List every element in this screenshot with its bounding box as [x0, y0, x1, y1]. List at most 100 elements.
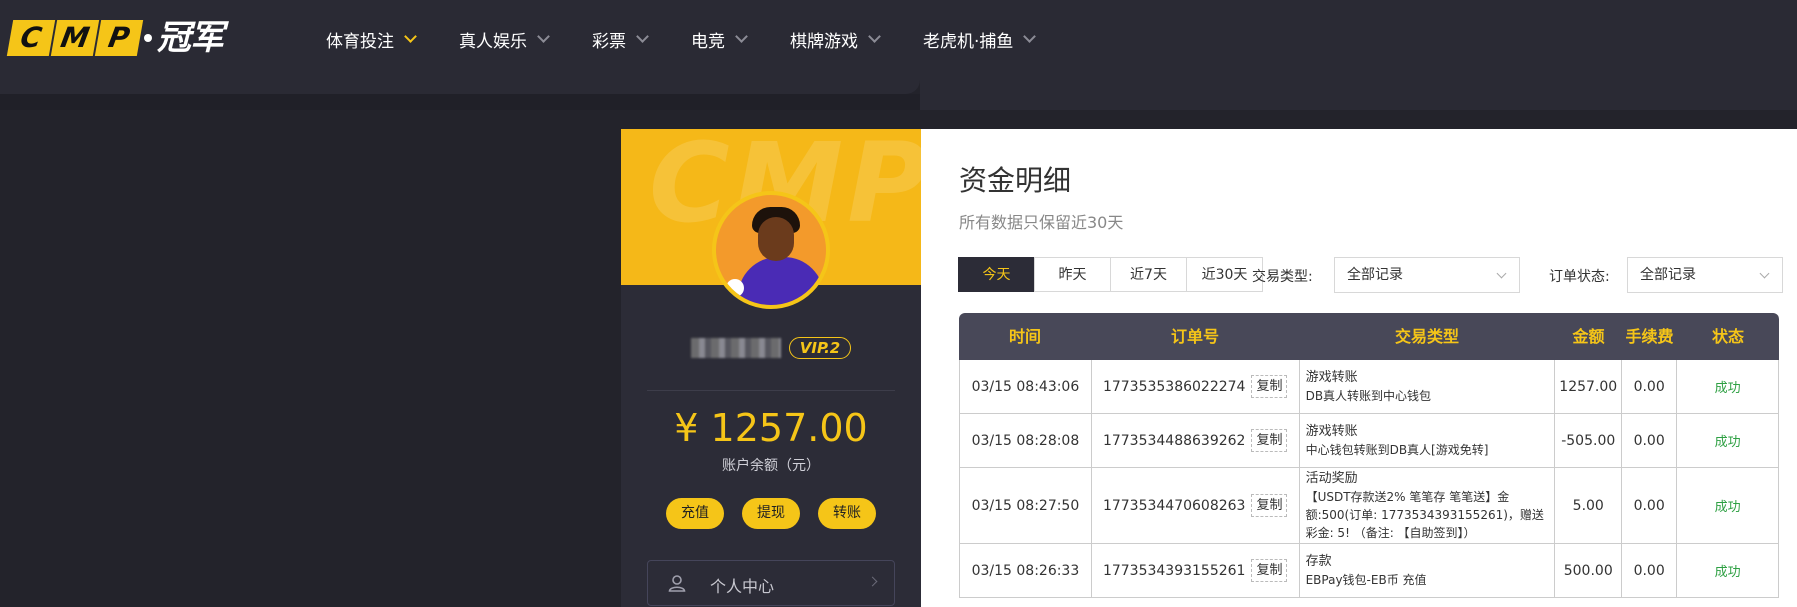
- tab-last-7-days[interactable]: 近7天: [1110, 257, 1187, 292]
- nav-label: 体育投注: [326, 31, 394, 52]
- nav-label: 彩票: [592, 31, 626, 52]
- cell-amount: -505.00: [1555, 414, 1623, 467]
- nav-label: 真人娱乐: [459, 31, 527, 52]
- status-text: 成功: [1714, 381, 1741, 396]
- cell-amount: 1257.00: [1555, 360, 1623, 413]
- transaction-type-select[interactable]: 全部记录: [1334, 257, 1520, 293]
- cell-amount: 500.00: [1555, 544, 1623, 597]
- cell-order: 1773534393155261 复制: [1092, 544, 1300, 597]
- user-line: VIP.2: [621, 337, 921, 359]
- table-header: 时间 订单号 交易类型 金额 手续费 状态: [959, 313, 1779, 360]
- nav-item-sports[interactable]: 体育投注: [326, 27, 417, 52]
- header-shadow-strip: [0, 94, 920, 110]
- nav-item-slots-fishing[interactable]: 老虎机·捕鱼: [923, 27, 1037, 52]
- profile-panel: CMP VIP.2 ¥ 1257.00 账户余额（元） 充值 提现 转账 个人中…: [621, 129, 921, 607]
- logo-text: 冠军: [157, 18, 224, 58]
- copy-button[interactable]: 复制: [1251, 375, 1288, 398]
- nav-item-live-casino[interactable]: 真人娱乐: [459, 27, 550, 52]
- page-title: 资金明细: [959, 164, 1072, 197]
- copy-button[interactable]: 复制: [1251, 429, 1288, 452]
- copy-button[interactable]: 复制: [1251, 559, 1288, 582]
- nav-label: 棋牌游戏: [790, 31, 858, 52]
- type-description: EBPay钱包-EB币 充值: [1305, 572, 1427, 587]
- order-number: 1773535386022274: [1102, 378, 1246, 395]
- order-number: 1773534488639262: [1102, 432, 1246, 449]
- cell-status: 成功: [1677, 360, 1780, 413]
- withdraw-button[interactable]: 提现: [742, 498, 800, 529]
- cell-time: 03/15 08:27:50: [960, 468, 1092, 543]
- column-header-order: 订单号: [1170, 327, 1219, 346]
- account-balance: ¥ 1257.00: [674, 406, 868, 450]
- cell-order: 1773535386022274 复制: [1092, 360, 1300, 413]
- cell-status: 成功: [1677, 544, 1780, 597]
- type-name: 存款: [1305, 553, 1332, 569]
- order-status-select[interactable]: 全部记录: [1627, 257, 1783, 293]
- cell-time: 03/15 08:26:33: [960, 544, 1092, 597]
- nav-item-lottery[interactable]: 彩票: [592, 27, 649, 52]
- column-header-time: 时间: [1008, 327, 1041, 346]
- status-text: 成功: [1714, 500, 1741, 515]
- cell-order: 1773534488639262 复制: [1092, 414, 1300, 467]
- select-value: 全部记录: [1640, 267, 1696, 283]
- nav-item-esports[interactable]: 电竞: [691, 27, 748, 52]
- user-icon: [668, 575, 686, 592]
- order-number: 1773534470608263: [1102, 497, 1246, 514]
- type-name: 活动奖励: [1305, 470, 1358, 486]
- chevron-down-icon: [404, 30, 417, 43]
- chevron-down-icon: [868, 30, 881, 43]
- funds-detail-panel: 资金明细 所有数据只保留近30天 今天 昨天 近7天 近30天 交易类型: 全部…: [921, 129, 1797, 607]
- menu-item-personal-center[interactable]: 个人中心: [647, 560, 895, 606]
- cell-time: 03/15 08:28:08: [960, 414, 1092, 467]
- type-description: DB真人转账到中心钱包: [1305, 388, 1432, 403]
- logo-letter-m: M: [50, 20, 100, 56]
- cell-type: 游戏转账 DB真人转账到中心钱包: [1300, 360, 1556, 413]
- select-value: 全部记录: [1347, 267, 1403, 283]
- order-number: 1773534393155261: [1102, 562, 1246, 579]
- vip-badge: VIP.2: [788, 337, 852, 359]
- column-header-fee: 手续费: [1625, 327, 1674, 346]
- cell-status: 成功: [1677, 414, 1780, 467]
- cell-type: 存款 EBPay钱包-EB币 充值: [1300, 544, 1556, 597]
- table-row: 03/15 08:43:06 1773535386022274 复制 游戏转账 DB…: [959, 360, 1780, 414]
- nav-label: 电竞: [691, 31, 725, 52]
- chevron-down-icon: [537, 30, 550, 43]
- type-name: 游戏转账: [1305, 369, 1358, 385]
- nav-item-card-games[interactable]: 棋牌游戏: [790, 27, 881, 52]
- deposit-button[interactable]: 充值: [666, 498, 724, 529]
- copy-button[interactable]: 复制: [1251, 494, 1288, 517]
- page-subtitle: 所有数据只保留近30天: [959, 213, 1124, 232]
- chevron-down-icon: [636, 30, 649, 43]
- logo-letter-c: C: [6, 20, 56, 56]
- profile-divider: [647, 390, 895, 391]
- cell-fee: 0.00: [1622, 414, 1678, 467]
- status-text: 成功: [1714, 565, 1741, 580]
- column-header-type: 交易类型: [1394, 327, 1459, 346]
- top-navbar: C M P 冠军 体育投注 真人娱乐 彩票 电竞 棋牌游戏 老虎机·捕鱼: [0, 0, 1797, 80]
- chevron-down-icon: [1023, 30, 1037, 43]
- logo-dot: [144, 34, 152, 42]
- chevron-down-icon: [1496, 268, 1507, 279]
- chevron-down-icon: [1759, 268, 1770, 279]
- logo-letter-p: P: [94, 20, 144, 56]
- avatar-crest: [726, 279, 744, 297]
- site-logo[interactable]: C M P 冠军: [6, 18, 260, 58]
- main-nav: 体育投注 真人娱乐 彩票 电竞 棋牌游戏 老虎机·捕鱼: [326, 27, 1078, 52]
- transaction-type-label: 交易类型:: [1252, 269, 1313, 285]
- header-underbar: [0, 80, 920, 94]
- transfer-button[interactable]: 转账: [818, 498, 876, 529]
- table-row: 03/15 08:27:50 1773534470608263 复制 活动奖励 【U…: [959, 468, 1780, 544]
- avatar: [712, 191, 830, 309]
- cell-type: 游戏转账 中心钱包转账到DB真人[游戏免转]: [1300, 414, 1556, 467]
- username-blurred: [690, 338, 781, 358]
- cell-amount: 5.00: [1555, 468, 1623, 543]
- tab-today[interactable]: 今天: [958, 257, 1035, 292]
- tab-yesterday[interactable]: 昨天: [1034, 257, 1111, 292]
- menu-item-label: 个人中心: [710, 577, 775, 596]
- cell-fee: 0.00: [1622, 360, 1678, 413]
- column-header-amount: 金额: [1572, 327, 1605, 346]
- cell-fee: 0.00: [1622, 468, 1678, 543]
- avatar-face: [758, 217, 794, 261]
- column-header-status: 状态: [1711, 327, 1744, 346]
- type-description: 中心钱包转账到DB真人[游戏免转]: [1305, 442, 1489, 457]
- table-row: 03/15 08:28:08 1773534488639262 复制 游戏转账 中心…: [959, 414, 1780, 468]
